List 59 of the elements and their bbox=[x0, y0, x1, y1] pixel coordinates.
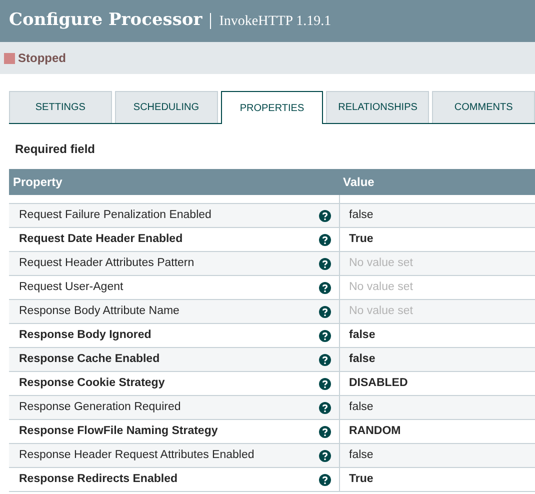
property-value: false bbox=[348, 400, 374, 415]
column-header: Value bbox=[342, 174, 376, 191]
help-icon[interactable] bbox=[319, 378, 331, 390]
tab[interactable]: COMMENTS bbox=[432, 91, 535, 123]
property-name: Request User-Agent bbox=[19, 280, 124, 295]
property-value: No value set bbox=[348, 304, 413, 319]
table-row[interactable]: Request Header Attributes Pattern No value set bbox=[9, 252, 535, 276]
table-row[interactable]: Response Redirects Enabled True bbox=[9, 468, 535, 492]
window-title: Configure Processor bbox=[9, 9, 202, 32]
column-header: Property bbox=[12, 174, 64, 191]
tab[interactable]: RELATIONSHIPS bbox=[326, 91, 430, 123]
property-name: Response Header Request Attributes Enabled bbox=[19, 448, 254, 463]
property-name: Response Cache Enabled bbox=[19, 352, 160, 367]
property-name: Response FlowFile Naming Strategy bbox=[19, 424, 218, 439]
table-row[interactable]: Response Header Request Attributes Enabled false bbox=[9, 444, 535, 468]
table-row[interactable]: Request Failure Penalization Enabled false bbox=[9, 204, 535, 228]
help-icon[interactable] bbox=[319, 426, 331, 438]
processor-type: InvokeHTTP 1.19.1 bbox=[219, 12, 332, 30]
table-row[interactable]: Response Generation Required false bbox=[9, 396, 535, 420]
help-icon[interactable] bbox=[319, 282, 331, 294]
table-row[interactable]: Response FlowFile Naming Strategy RANDOM bbox=[9, 420, 535, 444]
tab[interactable]: SETTINGS bbox=[9, 91, 112, 123]
help-icon[interactable] bbox=[319, 330, 331, 342]
table-row[interactable]: Response Body Ignored false bbox=[9, 324, 535, 348]
property-name: Response Body Ignored bbox=[19, 328, 152, 343]
property-value: false bbox=[348, 352, 376, 367]
property-value: True bbox=[348, 472, 374, 487]
table-row[interactable]: Response Cache Enabled false bbox=[9, 348, 535, 372]
help-icon[interactable] bbox=[319, 402, 331, 414]
table-row[interactable]: Request User-Agent No value set bbox=[9, 276, 535, 300]
help-icon[interactable] bbox=[319, 258, 331, 270]
help-icon[interactable] bbox=[319, 450, 331, 462]
tab[interactable]: PROPERTIES bbox=[220, 91, 324, 124]
property-name: Request Header Attributes Pattern bbox=[19, 256, 194, 271]
required-field-note: Required field bbox=[15, 142, 96, 156]
table-row[interactable]: Response Cookie Strategy DISABLED bbox=[9, 372, 535, 396]
property-value: false bbox=[348, 448, 374, 463]
help-icon[interactable] bbox=[319, 234, 331, 246]
help-icon[interactable] bbox=[319, 354, 331, 366]
property-name: Response Cookie Strategy bbox=[19, 376, 165, 391]
table-row[interactable]: Request Date Header Enabled True bbox=[9, 228, 535, 252]
table-row[interactable]: Response Body Attribute Name No value set bbox=[9, 300, 535, 324]
help-icon[interactable] bbox=[319, 306, 331, 318]
help-icon[interactable] bbox=[319, 210, 331, 222]
help-icon[interactable] bbox=[319, 474, 331, 486]
property-value: RANDOM bbox=[348, 424, 401, 439]
property-name: Response Generation Required bbox=[19, 400, 181, 415]
property-value: No value set bbox=[348, 280, 413, 295]
property-value: false bbox=[348, 328, 376, 343]
tab[interactable]: SCHEDULING bbox=[114, 91, 218, 123]
status-label: Stopped bbox=[18, 50, 66, 67]
property-value: True bbox=[348, 232, 374, 247]
property-name: Request Failure Penalization Enabled bbox=[19, 208, 212, 223]
property-value: No value set bbox=[348, 256, 413, 271]
property-value: DISABLED bbox=[348, 376, 408, 391]
property-name: Response Body Attribute Name bbox=[19, 304, 180, 319]
property-value: false bbox=[348, 208, 374, 223]
property-name: Response Redirects Enabled bbox=[19, 472, 178, 487]
property-name: Request Date Header Enabled bbox=[19, 232, 183, 247]
